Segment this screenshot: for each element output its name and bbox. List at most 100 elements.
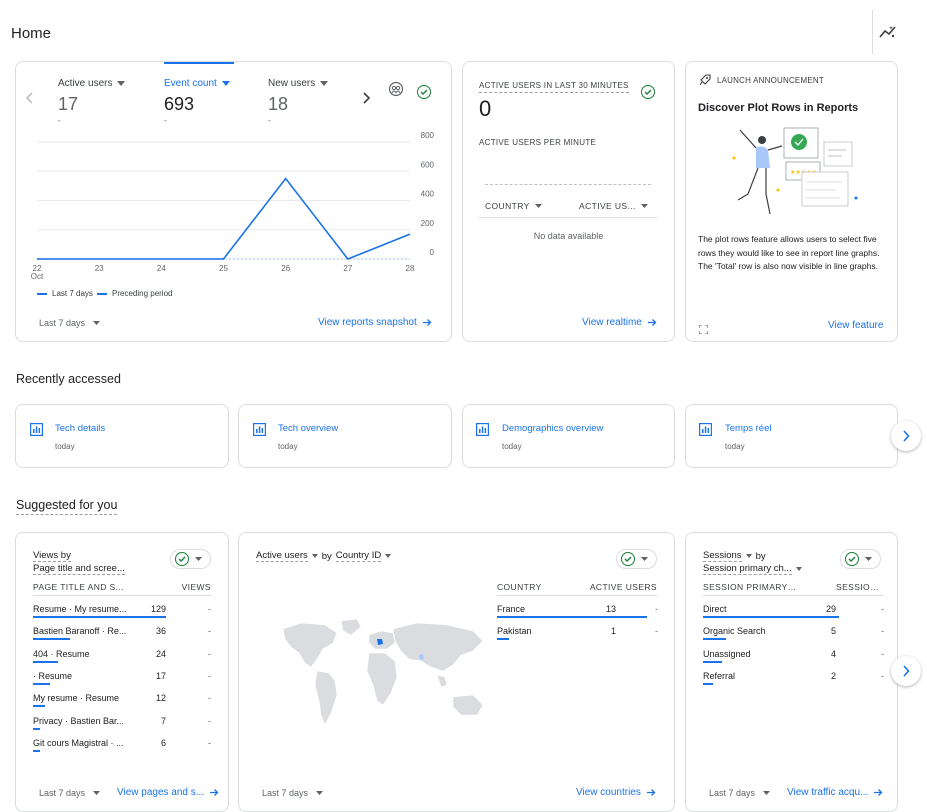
sessions-dimension[interactable]: Session primary ch... bbox=[703, 563, 802, 575]
dropdown-arrow-icon bbox=[316, 791, 324, 795]
check-circle-icon[interactable] bbox=[417, 82, 431, 100]
row-label: Pakistan bbox=[497, 626, 532, 636]
table-row[interactable]: Referral 2 - bbox=[703, 670, 884, 693]
header-divider bbox=[872, 10, 873, 54]
legend-label: Preceding period bbox=[112, 289, 173, 298]
dropdown-arrow-icon bbox=[93, 791, 101, 795]
col-header-name[interactable]: COUNTRY bbox=[497, 582, 577, 592]
row-bar bbox=[33, 660, 59, 663]
table-row[interactable]: Bastien Baranoff · Re... 36 - bbox=[33, 626, 211, 648]
dropdown-arrow-icon bbox=[93, 321, 101, 325]
metric-delta: - bbox=[58, 116, 61, 125]
suggested-next-button[interactable] bbox=[891, 656, 921, 686]
view-pages-link[interactable]: View pages and s... bbox=[117, 787, 219, 798]
row-bar bbox=[497, 638, 509, 640]
check-circle-icon[interactable] bbox=[641, 82, 655, 100]
metric-selector[interactable]: Active users bbox=[256, 550, 308, 562]
x-tick-label: 23 bbox=[95, 264, 104, 273]
dimension-selector[interactable]: Country ID bbox=[335, 550, 382, 562]
table-row[interactable]: Unassigned 4 - bbox=[703, 649, 884, 671]
row-change: - bbox=[208, 604, 211, 614]
legend-swatch-solid bbox=[37, 292, 47, 295]
realtime-value: 0 bbox=[479, 96, 492, 121]
table-row[interactable]: France 13 - bbox=[497, 604, 658, 626]
table-row[interactable]: Git cours Magistral · ... 6 - bbox=[33, 738, 211, 760]
col-header-value[interactable]: SESSIONS bbox=[836, 582, 882, 592]
table-row[interactable]: Resume · My resume... 129 - bbox=[33, 604, 211, 626]
table-row[interactable]: 404 · Resume 24 - bbox=[33, 649, 211, 671]
metric-value: 18 bbox=[268, 94, 289, 114]
recent-item-time: today bbox=[502, 442, 522, 451]
recent-item[interactable]: Tech overview today bbox=[238, 404, 452, 468]
table-row[interactable]: My resume · Resume 12 - bbox=[33, 693, 211, 715]
date-range-selector[interactable]: Last 7 days bbox=[709, 788, 771, 798]
recent-item[interactable]: Temps réel today bbox=[685, 404, 898, 468]
view-reports-snapshot-link[interactable]: View reports snapshot bbox=[318, 317, 432, 328]
active-users-column-header[interactable]: ACTIVE US... bbox=[579, 201, 648, 211]
legend-label: Last 7 days bbox=[52, 289, 93, 298]
y-tick-label: 400 bbox=[421, 190, 435, 199]
col-header-value[interactable]: ACTIVE USERS bbox=[584, 582, 657, 592]
chevron-right-icon[interactable] bbox=[361, 91, 371, 110]
col-header-value[interactable]: VIEWS bbox=[176, 582, 211, 592]
comparison-pill[interactable] bbox=[616, 549, 657, 569]
dropdown-arrow-icon bbox=[385, 554, 392, 558]
arrow-forward-icon bbox=[874, 789, 883, 796]
selected-tab-indicator bbox=[164, 62, 234, 64]
recent-item-label: Tech overview bbox=[278, 423, 339, 434]
legend-current: Last 7 days bbox=[37, 289, 93, 298]
expand-icon[interactable] bbox=[698, 321, 709, 339]
row-label: Referral bbox=[703, 670, 736, 681]
row-label: · Resume bbox=[33, 670, 73, 681]
recent-item-time: today bbox=[725, 442, 745, 451]
metric-new-users[interactable]: New users 18 - bbox=[268, 78, 358, 125]
row-value: 36 bbox=[155, 626, 166, 637]
row-value: 17 bbox=[155, 670, 166, 681]
table-divider bbox=[703, 595, 883, 596]
comparison-pill[interactable] bbox=[840, 549, 881, 569]
table-row[interactable]: · Resume 17 - bbox=[33, 671, 211, 693]
sort-arrow-icon bbox=[534, 204, 542, 208]
compare-icon[interactable] bbox=[388, 81, 404, 102]
table-row[interactable]: Direct 29 - bbox=[703, 604, 884, 626]
table-row[interactable]: Organic Search 5 - bbox=[703, 626, 884, 648]
col-header-name[interactable]: SESSION PRIMARY ... bbox=[703, 582, 798, 592]
date-range-selector[interactable]: Last 7 days bbox=[39, 788, 101, 798]
sessions-card: Sessions by Session primary ch... SESSIO… bbox=[685, 532, 898, 812]
views-subtitle: Page title and scree... bbox=[33, 563, 125, 575]
recent-next-button[interactable] bbox=[891, 421, 921, 451]
insights-icon[interactable] bbox=[879, 24, 897, 45]
table-row[interactable]: Pakistan 1 - bbox=[497, 626, 658, 648]
dropdown-arrow-icon bbox=[745, 554, 752, 558]
metric-event-count[interactable]: Event count 693 - bbox=[164, 78, 254, 125]
view-realtime-link[interactable]: View realtime bbox=[582, 317, 657, 328]
view-traffic-link[interactable]: View traffic acqu... bbox=[787, 787, 883, 798]
row-bar bbox=[703, 616, 839, 618]
comparison-pill[interactable] bbox=[170, 549, 211, 569]
page-title: Home bbox=[11, 25, 52, 42]
chevron-left-icon[interactable] bbox=[25, 91, 35, 110]
view-countries-link[interactable]: View countries bbox=[576, 787, 656, 798]
metric-label: New users bbox=[268, 78, 316, 89]
by-label: by bbox=[755, 550, 766, 562]
row-value: 1 bbox=[610, 626, 616, 636]
date-range-selector[interactable]: Last 7 days bbox=[39, 318, 101, 328]
announcement-body: The plot rows feature allows users to se… bbox=[698, 234, 880, 271]
metric-active-users[interactable]: Active users 17 - bbox=[58, 78, 148, 125]
table-row[interactable]: Privacy · Bastien Bar... 7 - bbox=[33, 716, 211, 738]
realtime-title: ACTIVE USERS IN LAST 30 MINUTES bbox=[479, 81, 629, 93]
country-column-header[interactable]: COUNTRY bbox=[485, 201, 542, 211]
metric-label: Active users bbox=[58, 78, 113, 89]
recent-item[interactable]: Demographics overview today bbox=[462, 404, 675, 468]
view-feature-link[interactable]: View feature bbox=[828, 320, 883, 331]
y-tick-label: 600 bbox=[421, 160, 435, 169]
arrow-forward-icon bbox=[646, 789, 656, 796]
date-range-selector[interactable]: Last 7 days bbox=[262, 788, 324, 798]
link-label: View realtime bbox=[582, 317, 642, 328]
col-header-name[interactable]: PAGE TITLE AND S... bbox=[33, 582, 128, 592]
row-change: - bbox=[208, 693, 211, 704]
metric-selector[interactable]: Sessions bbox=[703, 550, 742, 562]
recent-item[interactable]: Tech details today bbox=[15, 404, 229, 468]
row-value: 129 bbox=[150, 604, 166, 614]
row-value: 2 bbox=[830, 670, 836, 681]
